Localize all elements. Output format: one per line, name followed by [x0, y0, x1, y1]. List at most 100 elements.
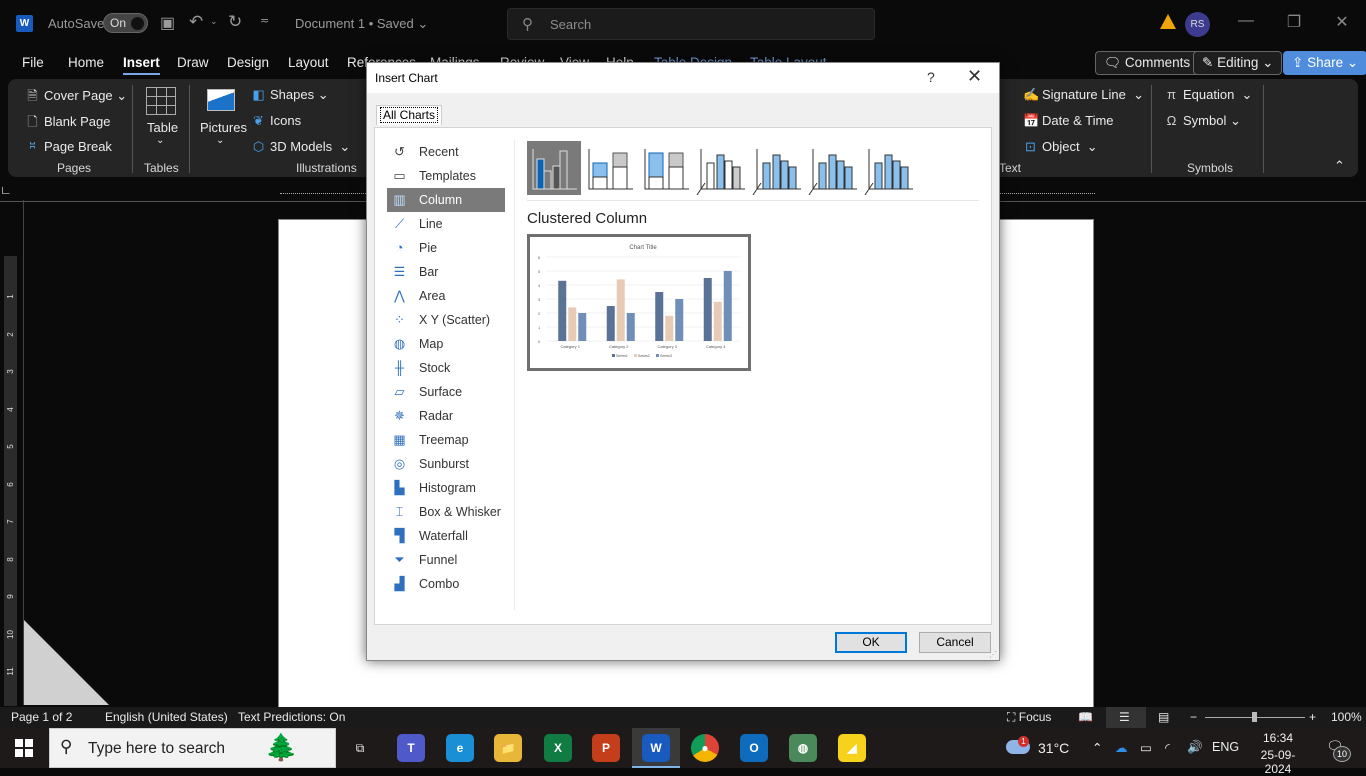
taskbar-app-chrome[interactable]: ● [691, 734, 719, 762]
category-map[interactable]: ◍ Map [387, 332, 505, 356]
save-icon[interactable]: ▣ [160, 13, 175, 33]
share-button[interactable]: ⇪ Share ⌄ [1283, 51, 1366, 75]
taskbar-app-outlook[interactable]: O [740, 734, 768, 762]
comments-button[interactable]: 🗨 Comments [1095, 51, 1200, 75]
pictures-icon[interactable] [207, 89, 235, 111]
category-line[interactable]: ⟋ Line [387, 212, 505, 236]
taskbar-app-file-explorer[interactable]: 📁 [494, 734, 522, 762]
table-dropdown-icon[interactable]: ⌄ [156, 135, 164, 146]
onedrive-error-icon[interactable]: ☁ [1115, 740, 1128, 755]
wifi-icon[interactable]: ◜ [1165, 740, 1170, 755]
object-button[interactable]: ⊡ Object ⌄ [1023, 139, 1098, 155]
tab-file[interactable]: File [22, 55, 44, 70]
tab-draw[interactable]: Draw [177, 55, 209, 70]
subtype-3-d-clustered-column[interactable] [695, 141, 749, 196]
help-button[interactable]: ? [927, 69, 935, 85]
category-treemap[interactable]: ▦ Treemap [387, 428, 505, 452]
zoom-out-button[interactable]: − [1190, 710, 1197, 724]
tab-selector-icon[interactable]: ∟ [0, 183, 12, 197]
ok-button[interactable]: OK [835, 632, 907, 653]
volume-icon[interactable]: 🔊 [1187, 740, 1203, 755]
blank-page-button[interactable]: 🗋 Blank Page [25, 113, 110, 135]
signature-line-button[interactable]: ✍ Signature Line ⌄ [1023, 87, 1144, 103]
category-recent[interactable]: ↺ Recent [387, 140, 505, 164]
focus-button[interactable]: ⛶ Focus [1007, 710, 1051, 725]
category-column[interactable]: ▥ Column [387, 188, 505, 212]
category-area[interactable]: ⋀ Area [387, 284, 505, 308]
taskbar-app-teams[interactable]: T [397, 734, 425, 762]
table-button[interactable]: Table [147, 120, 178, 135]
clock[interactable]: 16:34 25-09-2024 [1249, 731, 1307, 776]
subtype-clustered-column[interactable] [527, 141, 581, 195]
undo-dropdown-icon[interactable]: ⌄ [210, 16, 218, 27]
category-box-whisker[interactable]: ⌶ Box & Whisker [387, 500, 505, 524]
cancel-button[interactable]: Cancel [919, 632, 991, 653]
pictures-button[interactable]: Pictures [200, 120, 247, 135]
tab-design[interactable]: Design [227, 55, 269, 70]
tab-insert[interactable]: Insert [123, 55, 160, 75]
symbol-button[interactable]: Ω Symbol ⌄ [1164, 113, 1241, 129]
3d-models-button[interactable]: ⬡ 3D Models ⌄ [251, 139, 350, 155]
shapes-button[interactable]: ◧ Shapes ⌄ [251, 87, 328, 103]
category-templates[interactable]: ▭ Templates [387, 164, 505, 188]
subtype-stacked-column[interactable] [583, 141, 637, 195]
pictures-dropdown-icon[interactable]: ⌄ [216, 135, 224, 146]
zoom-in-button[interactable]: + [1309, 710, 1316, 724]
warning-icon[interactable] [1160, 14, 1176, 29]
page-count[interactable]: Page 1 of 2 [11, 710, 72, 724]
windows-start-icon[interactable] [15, 739, 33, 757]
vertical-ruler[interactable]: 1 2 3 4 5 6 7 8 9 10 11 [4, 256, 17, 706]
tab-all-charts[interactable]: All Charts [376, 105, 443, 125]
battery-icon[interactable]: ▭ [1140, 740, 1152, 755]
language-indicator[interactable]: ENG [1212, 740, 1239, 754]
weather-temp[interactable]: 31°C [1038, 740, 1069, 756]
table-icon[interactable] [146, 87, 176, 115]
tab-layout[interactable]: Layout [288, 55, 329, 70]
text-predictions-status[interactable]: Text Predictions: On [238, 710, 345, 724]
close-window-icon[interactable]: ✕ [1327, 12, 1357, 32]
equation-button[interactable]: π Equation ⌄ [1164, 87, 1252, 103]
taskbar-app-powerpoint[interactable]: P [592, 734, 620, 762]
avatar[interactable]: RS [1185, 12, 1210, 37]
category-funnel[interactable]: ⏷ Funnel [387, 548, 505, 572]
category-radar[interactable]: ✵ Radar [387, 404, 505, 428]
page-break-button[interactable]: ⎶ Page Break [25, 139, 112, 155]
cover-page-button[interactable]: 🗎 Cover Page ⌄ [25, 87, 127, 109]
icons-button[interactable]: ❦ Icons [251, 113, 301, 129]
category-x-y-scatter-[interactable]: ⁘ X Y (Scatter) [387, 308, 505, 332]
horizontal-ruler-left[interactable] [280, 186, 370, 194]
read-mode-icon[interactable]: 📖 [1078, 710, 1093, 724]
autosave-toggle[interactable]: On [103, 13, 148, 33]
redo-icon[interactable]: ↻ [228, 12, 242, 32]
category-bar[interactable]: ☰ Bar [387, 260, 505, 284]
subtype-3-d-column[interactable] [863, 141, 917, 196]
minimize-icon[interactable]: — [1231, 12, 1261, 30]
taskbar-app-sticky-notes[interactable]: ◢ [838, 734, 866, 762]
category-surface[interactable]: ▱ Surface [387, 380, 505, 404]
date-time-button[interactable]: 📅 Date & Time [1023, 113, 1114, 129]
taskbar-app-word[interactable]: W [642, 734, 670, 762]
subtype-100-stacked-column[interactable] [639, 141, 693, 195]
show-hidden-icons[interactable]: ⌃ [1092, 740, 1102, 755]
taskbar-app-task-view[interactable]: ⧉ [346, 734, 374, 762]
document-title[interactable]: Document 1 • Saved ⌄ [295, 16, 428, 32]
tab-home[interactable]: Home [68, 55, 104, 70]
category-histogram[interactable]: ▙ Histogram [387, 476, 505, 500]
category-sunburst[interactable]: ◎ Sunburst [387, 452, 505, 476]
subtype-3-d-100-stacked-column[interactable] [807, 141, 861, 196]
taskbar-app-excel[interactable]: X [544, 734, 572, 762]
subtype-3-d-stacked-column[interactable] [751, 141, 805, 196]
dialog-close-button[interactable]: ✕ [967, 66, 982, 87]
customize-qat-icon[interactable]: ≂ [260, 14, 269, 27]
chart-preview[interactable]: Chart Title 0 1 2 3 4 5 6 Category 1 Category 2 Ca… [527, 234, 751, 371]
web-layout-icon[interactable]: ▤ [1158, 710, 1169, 724]
resize-grip[interactable]: ⋰ [989, 650, 997, 659]
taskbar-app-edge[interactable]: e [446, 734, 474, 762]
collapse-ribbon-icon[interactable]: ⌃ [1334, 158, 1345, 174]
language-status[interactable]: English (United States) [105, 710, 228, 724]
zoom-slider-thumb[interactable] [1252, 712, 1257, 722]
category-waterfall[interactable]: ▜ Waterfall [387, 524, 505, 548]
editing-button[interactable]: ✎ Editing ⌄ [1193, 51, 1283, 75]
print-layout-icon[interactable]: ☰ [1119, 710, 1130, 724]
undo-icon[interactable]: ↶ [189, 12, 203, 32]
